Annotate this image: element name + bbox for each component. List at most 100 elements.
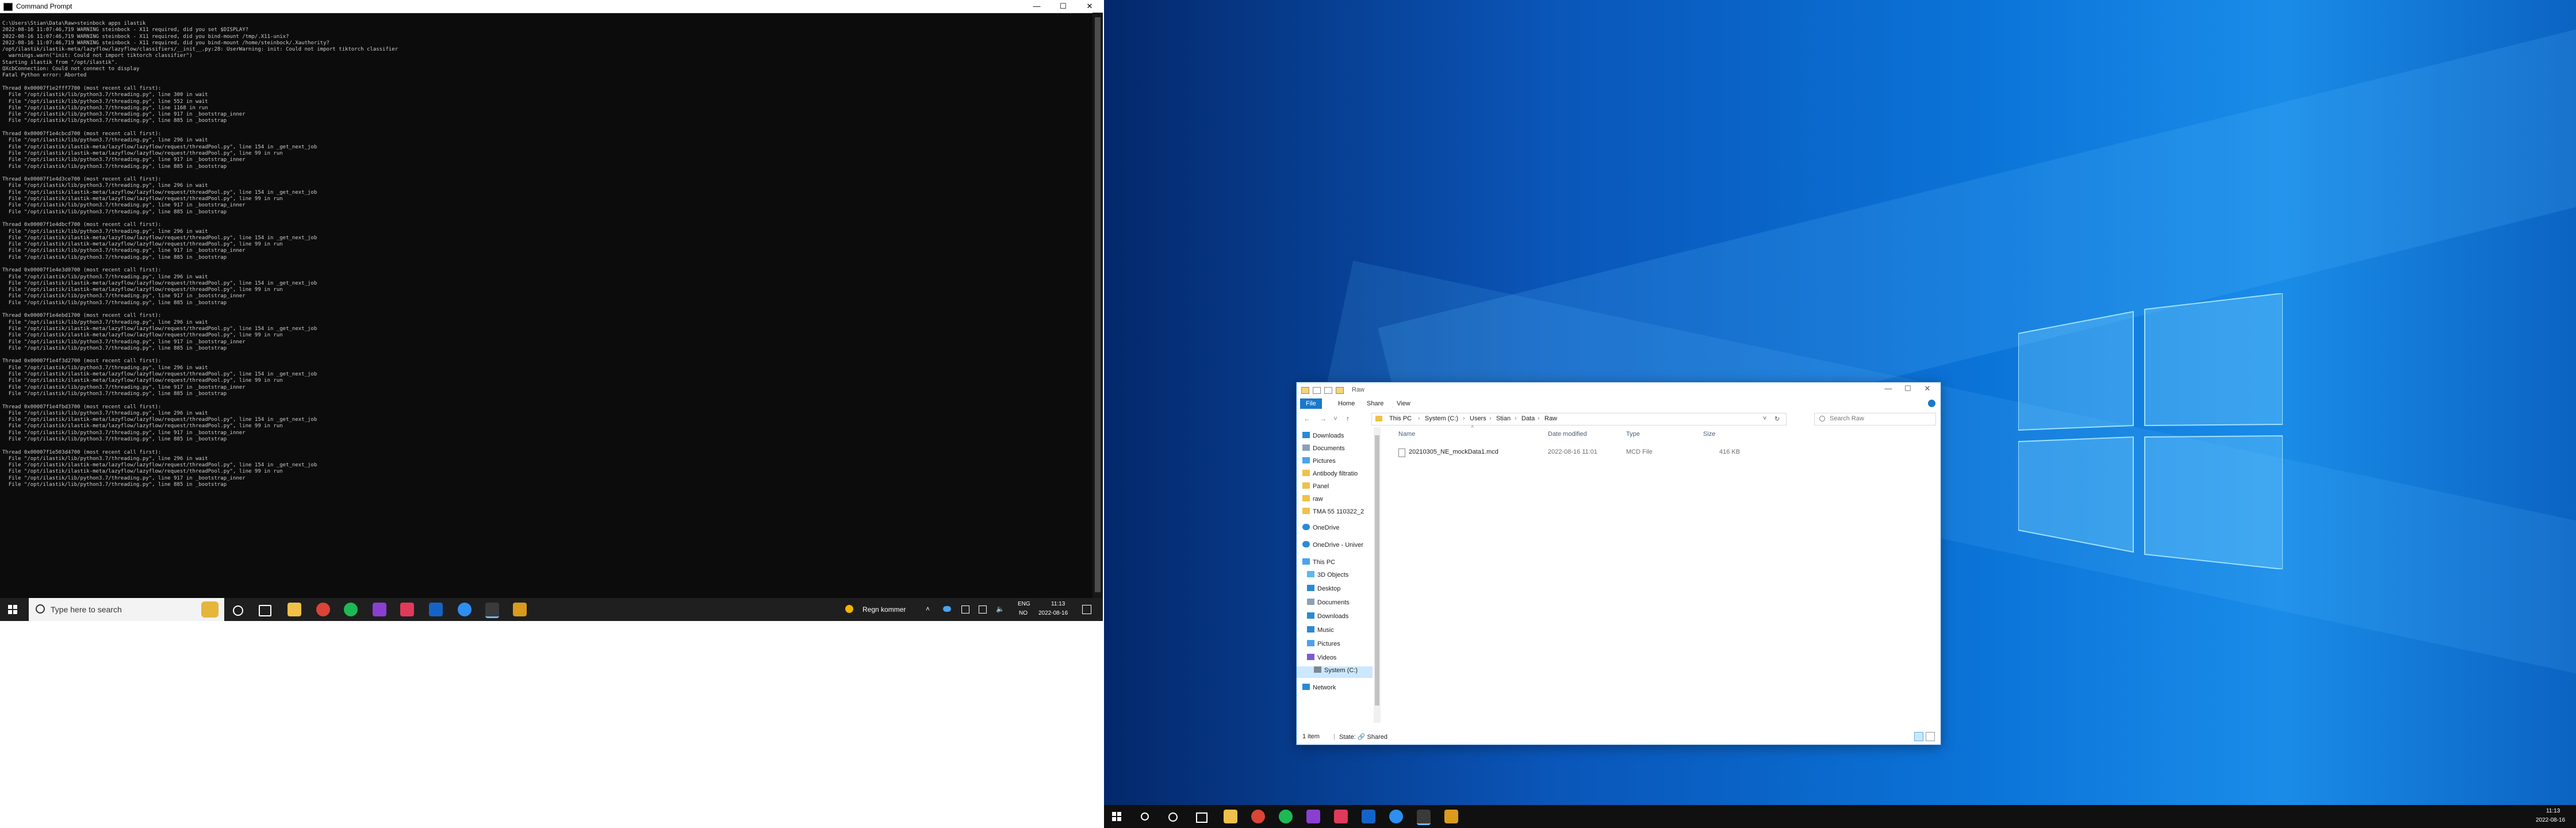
nav-item-pictures[interactable]: Pictures (1302, 457, 1336, 469)
cmd-taskbar-icon[interactable] (1417, 810, 1431, 825)
cmd-console-output[interactable]: C:\Users\Stian\Data\Raw>steinbock apps i… (2, 21, 1089, 596)
new-folder-icon[interactable] (1324, 387, 1332, 394)
forward-arrow-icon[interactable]: → (1320, 415, 1327, 423)
breadcrumb-users[interactable]: Users (1470, 415, 1486, 422)
nav-item-onedrive-univer[interactable]: OneDrive - Univer (1302, 541, 1363, 553)
notification-icon[interactable] (1082, 605, 1091, 614)
cortana-icon[interactable] (233, 605, 243, 616)
cmd-taskbar-icon[interactable] (485, 603, 499, 618)
nav-item-this-pc[interactable]: This PC (1302, 558, 1335, 570)
nav-item-network[interactable]: Network (1302, 684, 1336, 695)
tab-share[interactable]: Share (1361, 398, 1389, 409)
clock-time[interactable]: 11:13 (1051, 601, 1065, 607)
outlook-icon[interactable] (429, 603, 443, 616)
clock-date[interactable]: 2022-08-16 (1038, 610, 1068, 616)
large-icons-view-button[interactable] (1926, 732, 1935, 741)
navigation-pane[interactable]: Downloads Documents Pictures Antibody fi… (1297, 427, 1381, 723)
refresh-icon[interactable]: ↻ (1774, 415, 1780, 423)
nav-item-desktop[interactable]: Desktop (1307, 585, 1340, 596)
minimize-button[interactable]: — (1023, 0, 1050, 13)
app-icon-orange[interactable] (513, 603, 527, 616)
file-explorer-icon[interactable] (1224, 810, 1237, 823)
tab-home[interactable]: Home (1332, 398, 1360, 409)
help-icon[interactable] (1928, 400, 1935, 407)
chevron-up-icon[interactable]: ˄ (926, 605, 930, 613)
spotify-icon[interactable] (344, 603, 358, 616)
nav-item-videos[interactable]: Videos (1307, 654, 1336, 665)
column-type[interactable]: Type (1626, 431, 1640, 438)
breadcrumb-data[interactable]: Data (1521, 415, 1535, 422)
maximize-button[interactable]: ☐ (1050, 0, 1076, 13)
address-bar[interactable]: This PC › System (C:) › Users › Stian › … (1371, 413, 1787, 425)
language-no[interactable]: NO (1019, 610, 1028, 616)
app-icon-purple[interactable] (1306, 810, 1320, 823)
breadcrumb-this-pc[interactable]: This PC (1389, 415, 1412, 422)
column-name[interactable]: Name (1398, 431, 1415, 438)
nav-item-raw[interactable]: raw (1302, 495, 1323, 507)
explorer-title-bar[interactable]: Raw — ☐ ✕ (1297, 382, 1941, 397)
nav-item-antibody-filtration[interactable]: Antibody filtratio (1302, 470, 1358, 481)
app-icon-red[interactable] (1334, 810, 1348, 823)
task-view-icon[interactable] (259, 605, 271, 616)
spotify-icon[interactable] (1279, 810, 1293, 823)
details-view-button[interactable] (1914, 732, 1923, 741)
weather-text[interactable]: Regn kommer (862, 605, 906, 614)
nav-item-downloads-pc[interactable]: Downloads (1307, 612, 1348, 624)
file-row[interactable]: 20210305_NE_mockData1.mcd 2022-08-16 11:… (1397, 447, 1915, 458)
clock-time[interactable]: 11:13 (2546, 808, 2560, 814)
file-explorer-icon[interactable] (288, 603, 301, 616)
nav-item-tma[interactable]: TMA 55 110322_2 (1302, 508, 1364, 519)
up-arrow-icon[interactable]: ↑ (1346, 415, 1350, 423)
edge-icon[interactable] (458, 603, 471, 616)
nav-item-documents[interactable]: Documents (1302, 444, 1345, 456)
nav-item-music[interactable]: Music (1307, 626, 1334, 638)
close-button[interactable]: ✕ (1914, 382, 1941, 395)
explorer-search-input[interactable]: Search Raw (1814, 413, 1936, 425)
column-date-modified[interactable]: Date modified (1548, 431, 1587, 438)
properties-icon[interactable] (1313, 387, 1321, 394)
cortana-icon[interactable] (1168, 812, 1178, 822)
clock-date[interactable]: 2022-08-16 (2536, 817, 2565, 823)
start-button[interactable] (8, 605, 17, 614)
app-icon-purple[interactable] (373, 603, 386, 616)
chrome-icon[interactable] (1251, 810, 1265, 823)
app-icon-orange[interactable] (1444, 810, 1458, 823)
file-explorer-window[interactable]: Raw — ☐ ✕ File Home Share View ← → ˅ ↑ T… (1296, 382, 1941, 745)
address-dropdown-icon[interactable]: ˅ (1763, 415, 1766, 422)
breadcrumb-raw[interactable]: Raw (1544, 415, 1557, 422)
network-icon[interactable] (961, 605, 969, 614)
outlook-icon[interactable] (1362, 810, 1375, 823)
cmd-scrollbar-thumb[interactable] (1095, 17, 1101, 592)
back-arrow-icon[interactable]: ← (1304, 415, 1310, 423)
start-button[interactable] (1112, 812, 1121, 821)
nav-item-downloads[interactable]: Downloads (1302, 432, 1344, 443)
language-eng[interactable]: ENG (1018, 601, 1030, 607)
breadcrumb-system-c[interactable]: System (C:) (1425, 415, 1458, 422)
weather-icon[interactable] (845, 605, 853, 613)
chrome-icon[interactable] (316, 603, 330, 616)
tab-file[interactable]: File (1300, 398, 1322, 409)
edge-icon[interactable] (1389, 810, 1403, 823)
nav-item-system-c[interactable]: System (C:) (1297, 666, 1373, 678)
nav-item-onedrive[interactable]: OneDrive (1302, 524, 1339, 535)
breadcrumb-stian[interactable]: Stian (1496, 415, 1511, 422)
nav-pane-scrollbar-thumb[interactable] (1375, 435, 1379, 706)
recent-locations-icon[interactable]: ˅ (1333, 415, 1337, 423)
task-view-icon[interactable] (1196, 812, 1208, 823)
nav-item-panel[interactable]: Panel (1302, 482, 1329, 494)
quick-access-folder-icon[interactable] (1336, 387, 1344, 394)
taskbar-search-box[interactable]: Type here to search (29, 598, 224, 621)
nav-item-documents-pc[interactable]: Documents (1307, 599, 1350, 610)
search-icon[interactable] (1141, 812, 1149, 821)
close-button[interactable]: ✕ (1076, 0, 1103, 13)
nav-item-pictures-pc[interactable]: Pictures (1307, 640, 1340, 651)
app-icon-red[interactable] (400, 603, 414, 616)
column-size[interactable]: Size (1703, 431, 1715, 438)
nav-item-3d-objects[interactable]: 3D Objects (1307, 571, 1348, 582)
onedrive-icon[interactable] (943, 606, 951, 612)
cmd-title-bar[interactable]: Command Prompt — ☐ ✕ (0, 0, 1103, 13)
command-prompt-window[interactable]: Command Prompt — ☐ ✕ C:\Users\Stian\Data… (0, 0, 1103, 598)
nav-pane-scrollbar[interactable] (1374, 427, 1381, 723)
volume-icon[interactable]: 🔈 (996, 605, 1005, 613)
cmd-scrollbar[interactable] (1092, 13, 1103, 598)
